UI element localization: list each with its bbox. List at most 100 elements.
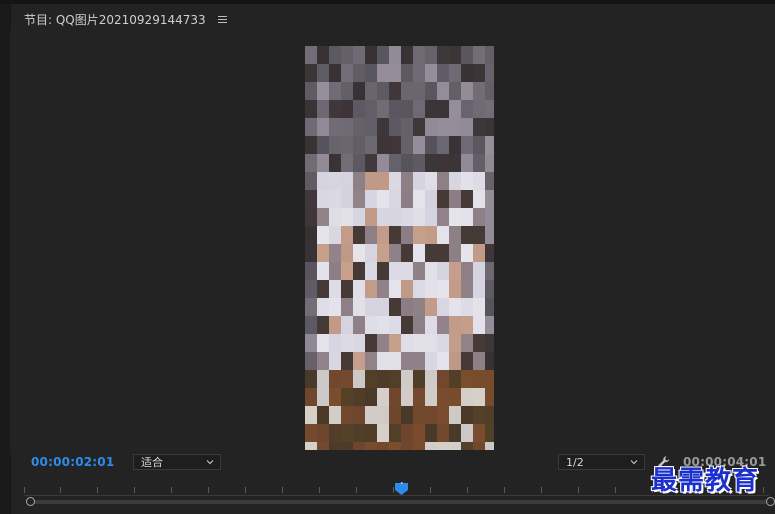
mosaic-block xyxy=(485,352,494,371)
mosaic-block xyxy=(437,118,450,137)
mosaic-block xyxy=(389,118,402,137)
mosaic-block xyxy=(401,316,414,335)
program-monitor-panel: 节目: QQ图片20210929144733 00:00:02:01 适合 1/… xyxy=(0,0,775,514)
mosaic-block xyxy=(353,136,366,155)
current-timecode[interactable]: 00:00:02:01 xyxy=(31,455,114,469)
panel-title[interactable]: 节目: QQ图片20210929144733 xyxy=(24,11,206,28)
mosaic-block xyxy=(341,64,354,83)
mosaic-block xyxy=(413,406,426,425)
mosaic-block xyxy=(317,208,330,227)
mosaic-block xyxy=(401,64,414,83)
mosaic-block xyxy=(425,280,438,299)
mosaic-block xyxy=(353,208,366,227)
mosaic-block xyxy=(329,406,342,425)
mosaic-block xyxy=(317,226,330,245)
panel-top-border xyxy=(0,0,775,4)
mosaic-block xyxy=(341,352,354,371)
ruler-tick xyxy=(578,487,579,493)
ruler-tick xyxy=(504,487,505,493)
mosaic-block xyxy=(473,82,486,101)
mosaic-block xyxy=(449,280,462,299)
mosaic-block xyxy=(389,172,402,191)
mosaic-block xyxy=(341,118,354,137)
mosaic-block xyxy=(389,262,402,281)
mosaic-block xyxy=(461,424,474,443)
mosaic-block xyxy=(341,262,354,281)
mosaic-block xyxy=(425,172,438,191)
mosaic-block xyxy=(365,46,378,65)
mosaic-block xyxy=(401,334,414,353)
mosaic-block xyxy=(317,136,330,155)
mosaic-block xyxy=(413,208,426,227)
mosaic-block xyxy=(401,442,414,450)
mosaic-block xyxy=(473,136,486,155)
mosaic-block xyxy=(485,154,494,173)
mosaic-block xyxy=(485,226,494,245)
zoom-level-select[interactable]: 适合 xyxy=(133,454,221,470)
mosaic-block xyxy=(365,244,378,263)
mosaic-block xyxy=(353,316,366,335)
mosaic-block xyxy=(317,64,330,83)
hamburger-menu-icon[interactable] xyxy=(217,15,228,24)
mosaic-block xyxy=(461,352,474,371)
mosaic-block xyxy=(365,136,378,155)
mosaic-block xyxy=(389,370,402,389)
mosaic-block xyxy=(425,352,438,371)
ruler-tick xyxy=(171,487,172,493)
mosaic-block xyxy=(437,280,450,299)
ruler-tick xyxy=(24,487,25,493)
mosaic-block xyxy=(389,154,402,173)
mosaic-block xyxy=(473,298,486,317)
mosaic-block xyxy=(473,208,486,227)
ruler-tick xyxy=(282,487,283,493)
mosaic-block xyxy=(413,190,426,209)
mosaic-block xyxy=(329,136,342,155)
mosaic-block xyxy=(377,82,390,101)
mosaic-block xyxy=(365,442,378,450)
mosaic-block xyxy=(377,352,390,371)
mosaic-block xyxy=(425,298,438,317)
mosaic-block xyxy=(485,388,494,407)
zoom-scrollbar-track xyxy=(33,500,767,504)
mosaic-block xyxy=(329,154,342,173)
mosaic-block xyxy=(305,64,318,83)
mosaic-block xyxy=(317,100,330,119)
mosaic-block xyxy=(401,118,414,137)
mosaic-block xyxy=(413,298,426,317)
mosaic-block xyxy=(401,388,414,407)
ruler-tick xyxy=(97,487,98,493)
zoom-scrollbar-left-handle[interactable] xyxy=(26,497,35,506)
mosaic-block xyxy=(389,424,402,443)
ruler-tick xyxy=(319,487,320,493)
mosaic-block xyxy=(377,136,390,155)
mosaic-block xyxy=(437,442,450,450)
mosaic-block xyxy=(317,262,330,281)
mosaic-block xyxy=(413,100,426,119)
mosaic-block xyxy=(317,352,330,371)
mosaic-block xyxy=(401,424,414,443)
mosaic-block xyxy=(473,100,486,119)
mosaic-block xyxy=(437,262,450,281)
playhead-marker-icon[interactable] xyxy=(394,482,410,496)
ruler-tick xyxy=(134,487,135,493)
mosaic-block xyxy=(401,100,414,119)
mosaic-block xyxy=(461,208,474,227)
mosaic-block xyxy=(353,244,366,263)
mosaic-block xyxy=(425,208,438,227)
mosaic-block xyxy=(365,172,378,191)
mosaic-block xyxy=(413,352,426,371)
mosaic-block xyxy=(449,136,462,155)
mosaic-block xyxy=(341,190,354,209)
mosaic-block xyxy=(425,424,438,443)
mosaic-block xyxy=(473,190,486,209)
mosaic-block xyxy=(365,100,378,119)
mosaic-block xyxy=(461,226,474,245)
mosaic-block xyxy=(341,226,354,245)
mosaic-block xyxy=(305,100,318,119)
mosaic-block xyxy=(341,136,354,155)
playback-resolution-select[interactable]: 1/2 xyxy=(558,454,645,470)
mosaic-block xyxy=(377,244,390,263)
mosaic-block xyxy=(449,46,462,65)
video-frame[interactable] xyxy=(305,46,494,450)
mosaic-block xyxy=(377,100,390,119)
